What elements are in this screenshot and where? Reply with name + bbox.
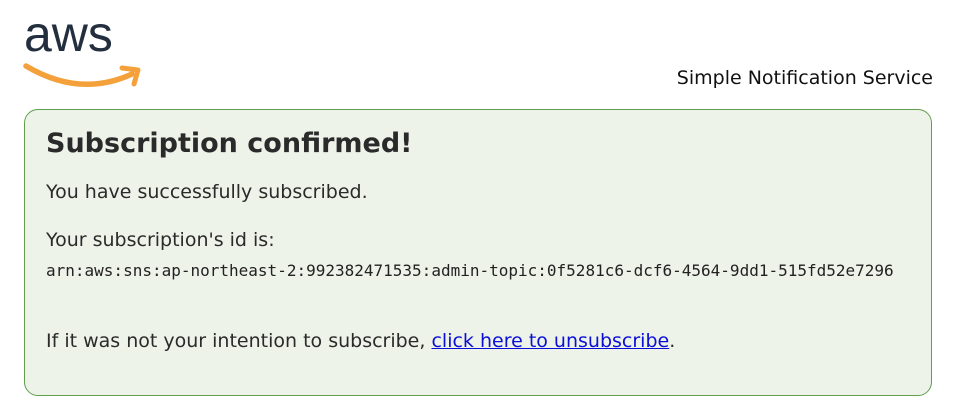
service-name: Simple Notification Service [676, 67, 933, 89]
aws-logo: aws [22, 10, 146, 92]
aws-logo-graphic: aws [23, 10, 141, 87]
aws-logo-wordmark: aws [24, 10, 113, 62]
confirmation-panel: Subscription confirmed! You have success… [24, 109, 932, 396]
subscription-id-label: Your subscription's id is: [46, 229, 275, 251]
success-message: You have successfully subscribed. [46, 181, 368, 203]
subscription-arn: arn:aws:sns:ap-northeast-2:992382471535:… [46, 261, 894, 280]
unsubscribe-notice-prefix: If it was not your intention to subscrib… [46, 330, 432, 352]
unsubscribe-notice-suffix: . [669, 330, 676, 352]
unsubscribe-link[interactable]: click here to unsubscribe [431, 330, 669, 352]
page-title: Subscription confirmed! [46, 128, 413, 159]
aws-smile-icon [23, 63, 135, 87]
unsubscribe-notice: If it was not your intention to subscrib… [46, 330, 675, 352]
